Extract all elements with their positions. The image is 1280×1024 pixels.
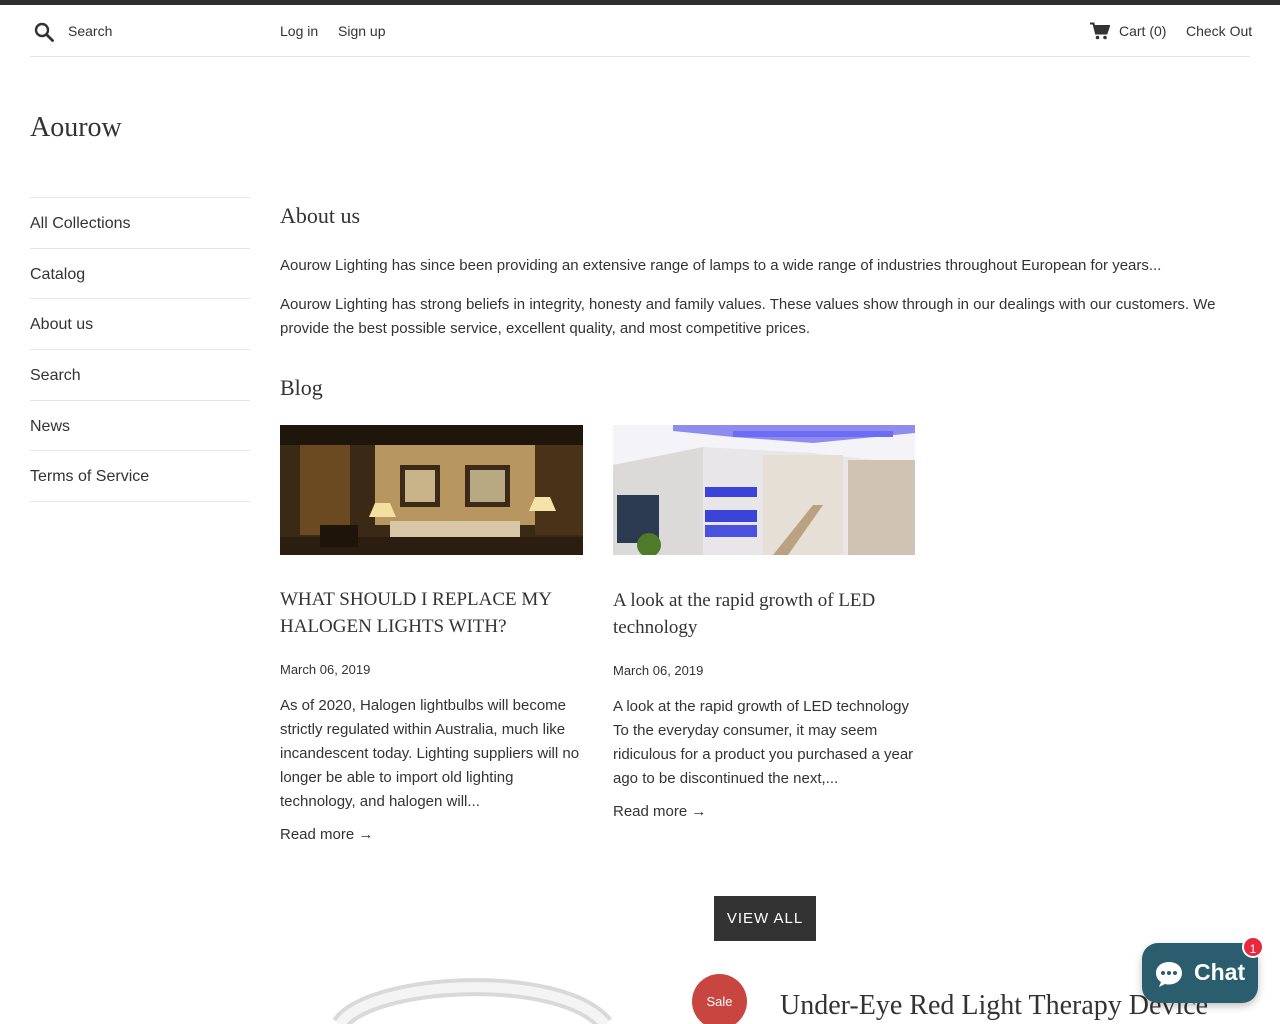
sale-badge: Sale: [692, 974, 747, 1024]
blog-image-led-interior[interactable]: [613, 425, 915, 555]
checkout-link[interactable]: Check Out: [1186, 23, 1252, 39]
blog-post-title[interactable]: WHAT SHOULD I REPLACE MY HALOGEN LIGHTS …: [280, 586, 583, 640]
chat-button[interactable]: Chat: [1142, 943, 1258, 1003]
sidebar-item-about-us[interactable]: About us: [30, 299, 250, 351]
about-title: About us: [280, 203, 361, 228]
blog-card: WHAT SHOULD I REPLACE MY HALOGEN LIGHTS …: [280, 425, 583, 844]
about-paragraph-2: Aourow Lighting has strong beliefs in in…: [280, 296, 1216, 337]
blog-post-excerpt: A look at the rapid growth of LED techno…: [613, 698, 914, 787]
login-link[interactable]: Log in: [280, 23, 318, 39]
blog-post-title[interactable]: A look at the rapid growth of LED techno…: [613, 587, 915, 641]
sidebar-item-news[interactable]: News: [30, 401, 250, 452]
site-header: Log in Sign up Cart (0) Check Out: [30, 5, 1252, 57]
signup-link[interactable]: Sign up: [338, 23, 385, 39]
sidebar-item-all-collections[interactable]: All Collections: [30, 198, 250, 249]
read-more-link[interactable]: Read more →: [613, 803, 706, 820]
chat-label: Chat: [1194, 959, 1246, 985]
search-icon[interactable]: [34, 22, 54, 42]
blog-card: A look at the rapid growth of LED techno…: [613, 425, 915, 821]
blog-post-excerpt: As of 2020, Halogen lightbulbs will beco…: [280, 697, 580, 810]
sidebar-item-catalog[interactable]: Catalog: [30, 249, 250, 300]
sidebar-item-search[interactable]: Search: [30, 350, 250, 401]
about-paragraph-1: Aourow Lighting has since been providing…: [280, 257, 1162, 274]
chat-notification-badge: 1: [1242, 936, 1264, 958]
blog-title: Blog: [280, 375, 323, 400]
chat-bubble-icon: [1156, 962, 1182, 987]
view-all-button[interactable]: VIEW ALL: [714, 896, 816, 941]
blog-post-date: March 06, 2019: [280, 662, 371, 677]
blog-image-living-room[interactable]: [280, 425, 583, 555]
sidebar-nav: All Collections Catalog About us Search …: [30, 197, 250, 503]
cart-link[interactable]: Cart (0): [1119, 23, 1166, 39]
blog-post-date: March 06, 2019: [613, 663, 704, 678]
search-input[interactable]: [68, 19, 268, 43]
sidebar-item-terms-of-service[interactable]: Terms of Service: [30, 451, 250, 503]
cart-icon[interactable]: [1090, 22, 1110, 40]
product-image[interactable]: [330, 975, 620, 1024]
site-logo[interactable]: Aourow: [30, 112, 122, 144]
read-more-link[interactable]: Read more →: [280, 826, 373, 843]
